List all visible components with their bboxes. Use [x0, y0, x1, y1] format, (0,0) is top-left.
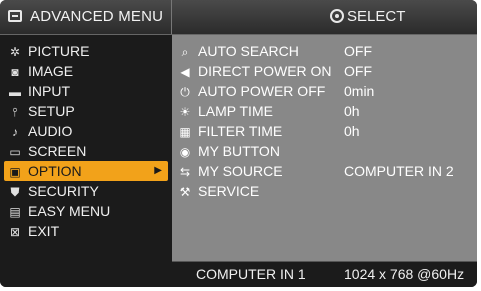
sidebar-item-label: EXIT	[28, 223, 60, 239]
screen-icon: ▭	[9, 145, 21, 159]
status-bar: COMPUTER IN 1 1024 x 768 @60Hz	[172, 261, 477, 287]
sidebar-item-screen[interactable]: ▭ SCREEN	[8, 141, 166, 161]
option-label: AUTO POWER OFF	[198, 83, 326, 99]
my-button-icon: ◉	[179, 145, 191, 159]
input-icon: ▬	[9, 85, 21, 99]
submenu-arrow-icon: ▶	[154, 165, 162, 176]
option-row-auto-power-off[interactable]: ⏻ AUTO POWER OFF 0min	[178, 81, 473, 101]
option-row-auto-search[interactable]: ⌕ AUTO SEARCH OFF	[178, 41, 473, 61]
exit-icon: ⊠	[9, 225, 21, 239]
sidebar-item-label: PICTURE	[28, 43, 90, 59]
option-icon: ▣	[9, 165, 21, 179]
option-label: MY SOURCE	[198, 163, 283, 179]
option-label: AUTO SEARCH	[198, 43, 299, 59]
option-row-lamp-time[interactable]: ☀ LAMP TIME 0h	[178, 101, 473, 121]
select-hint: SELECT	[330, 8, 405, 25]
sidebar-item-input[interactable]: ▬ INPUT	[8, 81, 166, 101]
option-row-filter-time[interactable]: ▦ FILTER TIME 0h	[178, 121, 473, 141]
sidebar-item-setup[interactable]: ⫯ SETUP	[8, 101, 166, 121]
option-label: SERVICE	[198, 183, 260, 199]
setup-icon: ⫯	[12, 105, 18, 119]
option-value: 0min	[344, 83, 375, 99]
auto-search-icon: ⌕	[181, 45, 189, 59]
option-label: MY BUTTON	[198, 143, 280, 159]
menu-icon	[8, 10, 22, 22]
option-row-my-source[interactable]: ⇆ MY SOURCE COMPUTER IN 2	[178, 161, 473, 181]
option-value: 0h	[344, 103, 360, 119]
projector-osd-menu: ADVANCED MENU SELECT ✲ PICTURE ◙ IMAGE ▬ IN…	[0, 0, 477, 287]
sidebar-item-label: SCREEN	[28, 143, 87, 159]
signal-resolution: 1024 x 768 @60Hz	[344, 266, 465, 282]
sidebar-item-label: OPTION	[28, 163, 82, 179]
sidebar-item-security[interactable]: ⛊ SECURITY	[8, 181, 166, 201]
option-value: 0h	[344, 123, 360, 139]
menu-header: ADVANCED MENU SELECT	[0, 0, 477, 35]
option-label: FILTER TIME	[198, 123, 283, 139]
menu-sidebar: ✲ PICTURE ◙ IMAGE ▬ INPUT ⫯ SETUP ♪ AUDIO ▭ SC…	[0, 35, 170, 287]
easy-menu-icon: ▤	[9, 205, 21, 219]
joystick-icon	[330, 9, 344, 23]
sidebar-item-label: INPUT	[28, 83, 70, 99]
sidebar-item-label: SECURITY	[28, 183, 99, 199]
select-label: SELECT	[347, 8, 406, 25]
option-row-service[interactable]: ⚒ SERVICE	[178, 181, 473, 201]
auto-power-off-icon: ⏻	[180, 85, 190, 99]
filter-time-icon: ▦	[179, 125, 191, 139]
sidebar-item-label: IMAGE	[28, 63, 74, 79]
option-value: COMPUTER IN 2	[344, 163, 454, 179]
sidebar-item-option[interactable]: ▣ OPTION ▶	[4, 161, 168, 181]
sidebar-item-label: EASY MENU	[28, 203, 111, 219]
sidebar-item-audio[interactable]: ♪ AUDIO	[8, 121, 166, 141]
option-value: OFF	[344, 63, 372, 79]
option-row-my-button[interactable]: ◉ MY BUTTON	[178, 141, 473, 161]
picture-icon: ✲	[9, 45, 21, 59]
option-row-direct-power-on[interactable]: ◀ DIRECT POWER ON OFF	[178, 61, 473, 81]
service-icon: ⚒	[179, 185, 191, 199]
direct-power-on-icon: ◀	[180, 65, 190, 79]
option-value: OFF	[344, 43, 372, 59]
current-source: COMPUTER IN 1	[196, 266, 306, 282]
image-icon: ◙	[11, 65, 19, 79]
option-label: DIRECT POWER ON	[198, 63, 332, 79]
security-icon: ⛊	[10, 185, 20, 199]
menu-title: ADVANCED MENU	[30, 8, 164, 25]
option-label: LAMP TIME	[198, 103, 273, 119]
sidebar-item-image[interactable]: ◙ IMAGE	[8, 61, 166, 81]
lamp-time-icon: ☀	[179, 105, 191, 119]
sidebar-item-picture[interactable]: ✲ PICTURE	[8, 41, 166, 61]
my-source-icon: ⇆	[179, 165, 191, 179]
audio-icon: ♪	[12, 125, 18, 139]
sidebar-item-label: SETUP	[28, 103, 75, 119]
sidebar-item-exit[interactable]: ⊠ EXIT	[8, 221, 166, 241]
option-submenu: ⌕ AUTO SEARCH OFF ◀ DIRECT POWER ON OFF ⏻ A…	[172, 35, 477, 261]
header-divider	[171, 0, 172, 34]
sidebar-item-label: AUDIO	[28, 123, 73, 139]
sidebar-item-easy-menu[interactable]: ▤ EASY MENU	[8, 201, 166, 221]
